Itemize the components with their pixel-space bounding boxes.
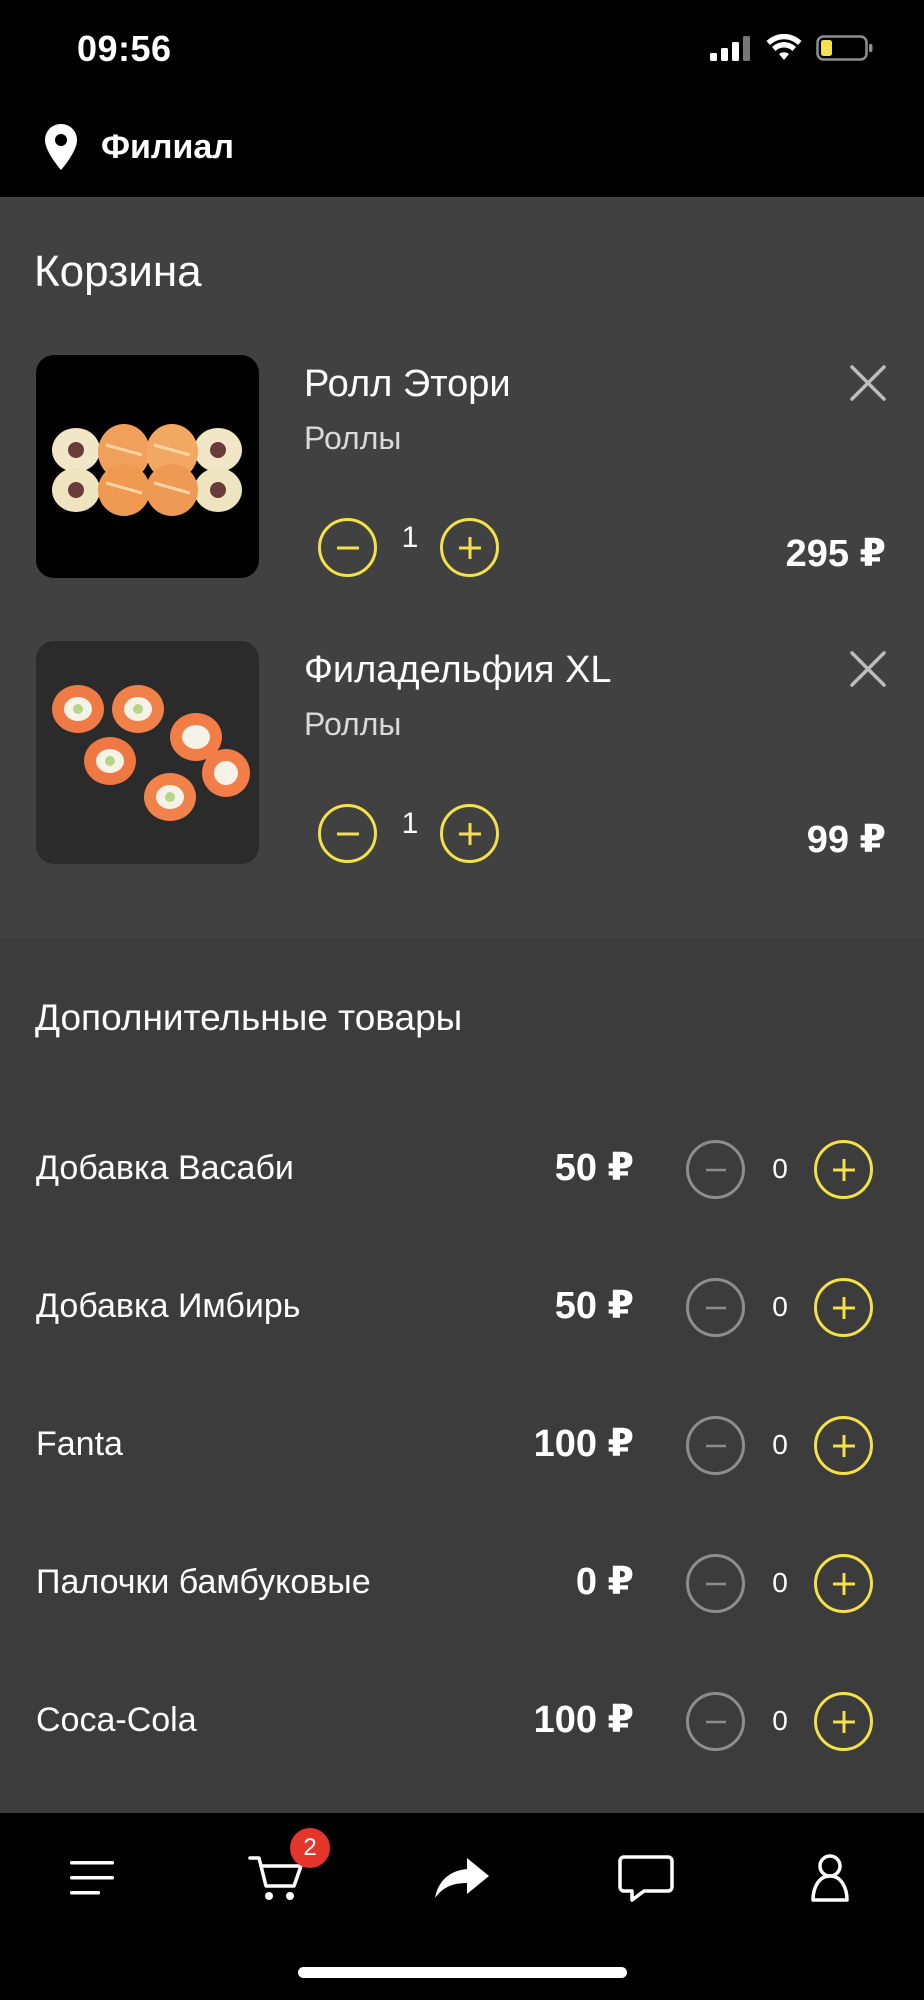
cart-count-badge: 2: [290, 1828, 330, 1868]
increase-quantity-button[interactable]: [440, 518, 499, 577]
extra-item-name: Добавка Имбирь: [36, 1287, 301, 1325]
increase-extra-button[interactable]: [814, 1554, 873, 1613]
minus-icon: [705, 1720, 726, 1723]
cart-title: Корзина: [34, 247, 202, 296]
extra-item-count: 0: [772, 1429, 788, 1460]
wifi-icon: [766, 34, 802, 60]
chat-icon: [618, 1855, 674, 1902]
extra-item-row: Fanta 100 ₽ 0: [0, 1411, 924, 1481]
product-image: [36, 355, 259, 578]
cellular-signal-icon: [710, 36, 750, 61]
top-header: Филиал: [0, 100, 924, 197]
increase-extra-button[interactable]: [814, 1278, 873, 1337]
cart-item-category: Роллы: [304, 420, 402, 456]
decrease-quantity-button[interactable]: [318, 804, 377, 863]
decrease-extra-button[interactable]: [686, 1554, 745, 1613]
extra-item-row: Добавка Васаби 50 ₽ 0: [0, 1135, 924, 1205]
plus-icon: [832, 1710, 855, 1733]
plus-icon: [832, 1572, 855, 1595]
nav-menu-button[interactable]: [52, 1843, 132, 1913]
cart-section: Корзина Ролл Этори Роллы 1 295 ₽ Филадел…: [0, 197, 924, 939]
increase-extra-button[interactable]: [814, 1692, 873, 1751]
increase-extra-button[interactable]: [814, 1140, 873, 1199]
extra-item-price: 50 ₽: [554, 1147, 634, 1189]
extra-item-row: Добавка Имбирь 50 ₽ 0: [0, 1273, 924, 1343]
status-icons: [710, 34, 874, 62]
extra-item-name: Coca-Cola: [36, 1701, 197, 1739]
extra-item-count: 0: [772, 1153, 788, 1184]
minus-icon: [705, 1582, 726, 1585]
extra-item-price: 50 ₽: [554, 1285, 634, 1327]
cart-item-category: Роллы: [304, 706, 402, 742]
nav-profile-button[interactable]: [790, 1843, 870, 1913]
plus-icon: [458, 822, 481, 845]
quantity-value: 1: [401, 807, 419, 840]
plus-icon: [458, 536, 481, 559]
decrease-extra-button[interactable]: [686, 1692, 745, 1751]
extra-item-row: Coca-Cola 100 ₽ 0: [0, 1687, 924, 1757]
extra-item-name: Палочки бамбуковые: [36, 1563, 371, 1601]
status-bar: 09:56: [0, 0, 924, 100]
decrease-extra-button[interactable]: [686, 1140, 745, 1199]
home-indicator[interactable]: [298, 1967, 627, 1978]
battery-icon: [816, 35, 873, 61]
nav-chat-button[interactable]: [606, 1843, 686, 1913]
decrease-extra-button[interactable]: [686, 1278, 745, 1337]
increase-quantity-button[interactable]: [440, 804, 499, 863]
cart-item-name: Ролл Этори: [304, 363, 511, 405]
extra-item-row: Палочки бамбуковые 0 ₽ 0: [0, 1549, 924, 1619]
extra-item-count: 0: [772, 1567, 788, 1598]
menu-icon: [70, 1861, 114, 1895]
increase-extra-button[interactable]: [814, 1416, 873, 1475]
minus-icon: [705, 1306, 726, 1309]
remove-item-icon[interactable]: [848, 363, 888, 403]
product-image: [36, 641, 259, 864]
status-time: 09:56: [77, 28, 172, 69]
location-pin-icon[interactable]: [44, 123, 78, 171]
minus-icon: [705, 1168, 726, 1171]
extra-item-name: Fanta: [36, 1425, 123, 1463]
minus-icon: [336, 546, 359, 549]
share-icon: [435, 1858, 489, 1898]
nav-share-button[interactable]: [422, 1843, 502, 1913]
decrease-quantity-button[interactable]: [318, 518, 377, 577]
plus-icon: [832, 1158, 855, 1181]
cart-item-name: Филадельфия XL: [304, 649, 612, 691]
extra-item-price: 100 ₽: [533, 1423, 634, 1465]
profile-icon: [811, 1854, 849, 1902]
decrease-extra-button[interactable]: [686, 1416, 745, 1475]
cart-item: Филадельфия XL Роллы 1 99 ₽: [0, 641, 924, 867]
quantity-value: 1: [401, 521, 419, 554]
minus-icon: [705, 1444, 726, 1447]
extra-item-price: 0 ₽: [575, 1561, 634, 1603]
plus-icon: [832, 1296, 855, 1319]
branch-selector[interactable]: Филиал: [101, 128, 234, 167]
cart-item: Ролл Этори Роллы 1 295 ₽: [0, 355, 924, 581]
remove-item-icon[interactable]: [848, 649, 888, 689]
extra-item-price: 100 ₽: [533, 1699, 634, 1741]
extra-item-name: Добавка Васаби: [36, 1149, 294, 1187]
cart-item-price: 99 ₽: [806, 819, 886, 861]
minus-icon: [336, 832, 359, 835]
cart-item-price: 295 ₽: [785, 533, 886, 575]
main-content: Корзина Ролл Этори Роллы 1 295 ₽ Филадел…: [0, 197, 924, 1813]
extras-title: Дополнительные товары: [35, 997, 463, 1038]
extra-item-count: 0: [772, 1705, 788, 1736]
plus-icon: [832, 1434, 855, 1457]
extra-item-count: 0: [772, 1291, 788, 1322]
